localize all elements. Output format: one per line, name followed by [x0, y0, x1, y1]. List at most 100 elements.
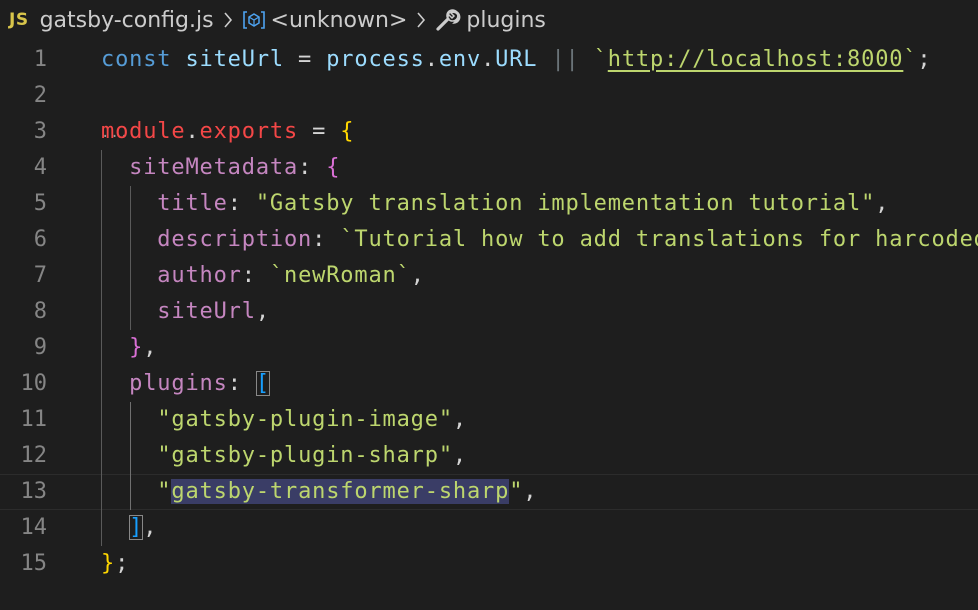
code-token: , — [452, 443, 467, 468]
code-text: "gatsby-transformer-sharp", — [101, 474, 537, 510]
code-token: ` — [593, 47, 608, 72]
code-token: module — [101, 119, 186, 144]
line-number: 8 — [33, 299, 47, 324]
code-text: siteUrl, — [101, 294, 270, 330]
code-token: plugins — [101, 371, 228, 396]
breadcrumb-section[interactable]: plugins — [466, 8, 546, 33]
code-token: gatsby-transformer-sharp — [171, 479, 510, 504]
code-token: { — [326, 155, 341, 180]
breadcrumb: JS gatsby-config.js <unknown> plugins — [0, 0, 978, 40]
breadcrumb-symbol[interactable]: <unknown> — [271, 8, 408, 33]
code-token: " — [509, 479, 524, 504]
code-line[interactable]: 13 "gatsby-transformer-sharp", — [0, 474, 978, 510]
code-token: URL — [495, 47, 538, 72]
line-number: 6 — [33, 227, 47, 252]
line-number: 15 — [20, 551, 48, 576]
code-text: title: "Gatsby translation implementatio… — [101, 186, 889, 222]
code-token: } — [129, 335, 144, 360]
code-token: , — [410, 263, 425, 288]
code-token: process — [326, 47, 425, 72]
code-token: " — [101, 479, 172, 504]
code-line[interactable]: 15}; — [0, 546, 978, 582]
code-text: siteMetadata: { — [101, 150, 340, 186]
code-token: , — [452, 407, 467, 432]
code-line[interactable]: 3 module.exports = { — [0, 114, 978, 150]
code-token: : — [312, 227, 341, 252]
code-text: ], — [101, 510, 157, 546]
line-number: 7 — [33, 263, 47, 288]
code-line[interactable]: 12 "gatsby-plugin-sharp", — [0, 438, 978, 474]
line-number: 13 — [20, 479, 48, 504]
line-number: 1 — [33, 47, 47, 72]
wrench-icon — [435, 8, 461, 32]
code-token: siteUrl — [185, 47, 284, 72]
code-token: } — [101, 551, 116, 576]
code-line[interactable]: 10 plugins: [ — [0, 366, 978, 402]
code-line[interactable]: 6 description: `Tutorial how to add tran… — [0, 222, 978, 258]
code-line[interactable]: 8 siteUrl, — [0, 294, 978, 330]
code-token: `newRoman` — [269, 263, 411, 288]
code-token: , — [255, 299, 270, 324]
code-token: ; — [115, 551, 130, 576]
code-line[interactable]: 2 — [0, 78, 978, 114]
line-number: 14 — [20, 515, 48, 540]
line-number: 10 — [20, 371, 48, 396]
code-token: author — [101, 263, 242, 288]
code-token: [ — [255, 371, 270, 396]
code-token: . — [481, 47, 496, 72]
code-token: http://localhost:8000 — [607, 47, 904, 72]
code-token: = — [283, 47, 327, 72]
line-number: 11 — [20, 407, 48, 432]
code-token: : — [227, 191, 256, 216]
code-line[interactable]: 9 }, — [0, 330, 978, 366]
code-token: || — [537, 47, 594, 72]
code-token: = — [298, 119, 341, 144]
line-number: 2 — [33, 83, 47, 108]
code-token: description — [101, 227, 313, 252]
code-token: env — [438, 47, 482, 72]
code-token: . — [185, 119, 200, 144]
code-line[interactable]: 4 siteMetadata: { — [0, 150, 978, 186]
js-file-icon: JS — [9, 10, 29, 30]
code-token: ; — [917, 47, 932, 72]
code-token: { — [340, 119, 355, 144]
code-token: : — [227, 371, 256, 396]
code-token: "Gatsby translation implementation tutor… — [255, 191, 876, 216]
line-number: 5 — [33, 191, 47, 216]
code-token: title — [101, 191, 228, 216]
code-line[interactable]: 7 author: `newRoman`, — [0, 258, 978, 294]
code-token: ` — [903, 47, 918, 72]
code-token: "gatsby-plugin-sharp" — [157, 443, 453, 468]
code-line[interactable]: 5 title: "Gatsby translation implementat… — [0, 186, 978, 222]
chevron-right-icon — [223, 11, 233, 29]
code-text: const siteUrl = process.env.URL || `http… — [101, 42, 932, 78]
object-symbol-icon — [242, 9, 266, 31]
code-text: description: `Tutorial how to add transl… — [101, 222, 978, 258]
code-token: , — [875, 191, 890, 216]
code-token: : — [241, 263, 270, 288]
code-text: }; — [101, 546, 129, 582]
code-text: plugins: [ — [101, 366, 270, 402]
line-number: 4 — [33, 155, 47, 180]
code-text: "gatsby-plugin-sharp", — [101, 438, 467, 474]
code-token: "gatsby-plugin-image" — [157, 407, 453, 432]
code-editor[interactable]: ··· 1 const siteUrl = process.env.URL || … — [0, 42, 978, 610]
code-text: author: `newRoman`, — [101, 258, 425, 294]
code-token: : — [298, 155, 327, 180]
code-token: const — [101, 47, 186, 72]
code-line[interactable]: 11 "gatsby-plugin-image", — [0, 402, 978, 438]
code-token: , — [143, 515, 158, 540]
breadcrumb-file[interactable]: gatsby-config.js — [40, 8, 214, 33]
code-token: exports — [199, 119, 299, 144]
code-token: ] — [129, 515, 144, 540]
code-token: , — [523, 479, 538, 504]
code-token: , — [143, 335, 158, 360]
code-line[interactable]: 1 const siteUrl = process.env.URL || `htt… — [0, 42, 978, 78]
chevron-right-icon — [416, 11, 426, 29]
code-line[interactable]: 14 ], — [0, 510, 978, 546]
code-token: siteUrl — [101, 299, 256, 324]
